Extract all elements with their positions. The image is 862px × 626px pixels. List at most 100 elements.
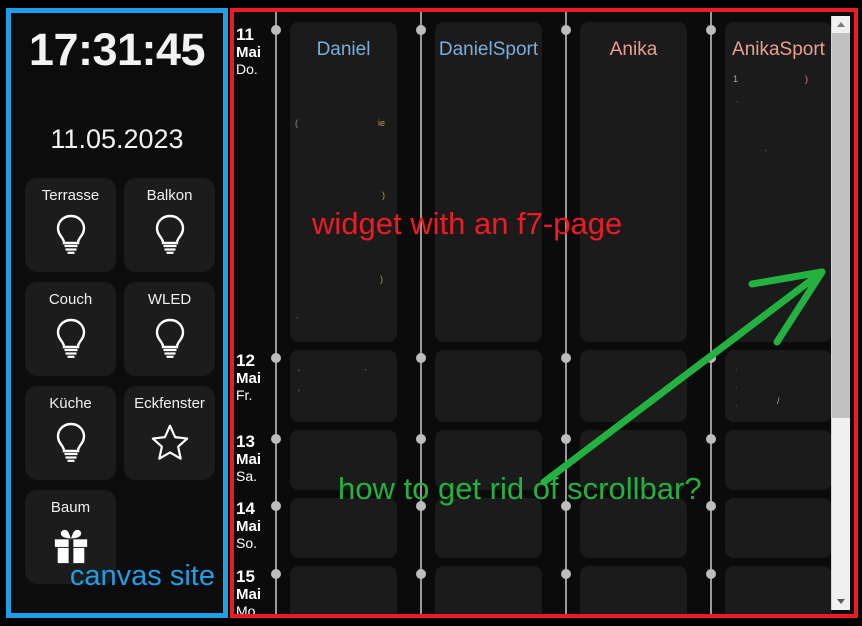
date-day: 15	[236, 567, 255, 586]
device-tile-grid: Terrasse Balkon Couch WLED Küche Eckfens…	[25, 178, 215, 584]
scroll-up-arrow-icon	[837, 22, 845, 27]
event-text: 1	[733, 74, 739, 84]
tile-balkon[interactable]: Balkon	[124, 178, 215, 272]
event-card[interactable]: . . . /	[725, 350, 832, 422]
timeline-dot	[706, 353, 716, 363]
tile-eckfenster[interactable]: Eckfenster	[124, 386, 215, 480]
date-weekday: Fr.	[236, 387, 253, 403]
lightbulb-icon	[155, 318, 184, 358]
date-cell: 14 Mai So.	[236, 500, 270, 550]
calendar-column-daniel: Daniel ( ie ) ) . ' ` '	[290, 12, 397, 614]
timeline-dot	[561, 501, 571, 511]
scroll-down-button[interactable]	[832, 593, 850, 610]
scroll-up-button[interactable]	[832, 16, 850, 33]
canvas-site-panel: 17:31:45 11.05.2023 Terrasse Balkon Couc…	[6, 8, 228, 618]
event-card[interactable]	[580, 430, 687, 490]
tile-label: Baum	[50, 499, 91, 516]
date-month: Mai	[236, 451, 262, 468]
event-card[interactable]	[580, 350, 687, 422]
event-card[interactable]	[725, 498, 832, 558]
event-card[interactable]: AnikaSport 1 ) . '	[725, 22, 832, 342]
vertical-scrollbar[interactable]	[831, 16, 850, 610]
event-text: .	[735, 398, 738, 408]
date-day: 13	[236, 432, 255, 451]
event-text: )	[805, 74, 808, 84]
date-month: Mai	[236, 518, 262, 535]
event-card[interactable]	[725, 430, 832, 490]
timeline-dot	[271, 25, 281, 35]
event-card[interactable]: ' ` '	[290, 350, 397, 422]
calendar-column-anika: Anika	[580, 12, 687, 614]
date-weekday: So.	[236, 535, 258, 551]
date-gutter: 11 Mai Do. 12 Mai Fr. 13 Mai Sa. 14 Mai …	[234, 12, 270, 614]
tile-label: Eckfenster	[134, 395, 205, 412]
tile-label: Couch	[48, 291, 93, 308]
tile-terrasse[interactable]: Terrasse	[25, 178, 116, 272]
scrollbar-thumb[interactable]	[832, 33, 850, 418]
event-text: '	[298, 368, 300, 378]
event-text: .	[296, 310, 299, 320]
event-card[interactable]	[725, 566, 832, 614]
lightbulb-icon	[56, 214, 85, 254]
timeline-dot	[271, 501, 281, 511]
tile-wled[interactable]: WLED	[124, 282, 215, 376]
event-card[interactable]: Daniel ( ie ) ) .	[290, 22, 397, 342]
timeline-dot	[416, 25, 426, 35]
timeline-dot	[706, 25, 716, 35]
column-title: Anika	[609, 39, 658, 60]
event-card[interactable]	[290, 498, 397, 558]
event-card[interactable]	[290, 566, 397, 614]
timeline-dot	[561, 434, 571, 444]
column-title: AnikaSport	[732, 39, 825, 60]
timeline-dot	[271, 353, 281, 363]
date-cell: 12 Mai Fr.	[236, 352, 270, 402]
date-day: 11	[236, 25, 254, 44]
lightbulb-icon	[56, 318, 85, 358]
date-day: 12	[236, 351, 255, 370]
column-title: DanielSport	[438, 39, 539, 60]
tile-label: Balkon	[146, 187, 193, 204]
event-text: .	[736, 94, 739, 104]
event-card[interactable]	[435, 350, 542, 422]
date-weekday: Do.	[236, 61, 258, 77]
tile-couch[interactable]: Couch	[25, 282, 116, 376]
timeline-rail	[271, 12, 281, 614]
timeline-dot	[706, 569, 716, 579]
event-text: ie	[378, 118, 386, 128]
event-card[interactable]: DanielSport	[435, 22, 542, 342]
date-day: 14	[236, 499, 255, 518]
column-title: Daniel	[316, 39, 371, 60]
date-weekday: Sa.	[236, 468, 258, 484]
tile-label: Küche	[49, 395, 92, 412]
timeline-rail	[706, 12, 716, 614]
event-text: (	[295, 118, 298, 128]
clock-date: 11.05.2023	[50, 124, 184, 154]
timeline-dot	[706, 501, 716, 511]
event-card[interactable]	[580, 498, 687, 558]
event-card[interactable]	[435, 498, 542, 558]
timeline-dot	[416, 569, 426, 579]
timeline-dot	[706, 434, 716, 444]
timeline-dot	[271, 434, 281, 444]
event-text	[295, 102, 297, 112]
event-card[interactable]	[435, 566, 542, 614]
event-card[interactable]	[580, 566, 687, 614]
calendar-column-danielsport: DanielSport	[435, 12, 542, 614]
calendar-grid: 11 Mai Do. 12 Mai Fr. 13 Mai Sa. 14 Mai …	[234, 12, 834, 614]
timeline-dot	[561, 569, 571, 579]
tile-kueche[interactable]: Küche	[25, 386, 116, 480]
event-card[interactable]	[435, 430, 542, 490]
timeline-dot	[416, 353, 426, 363]
event-text: )	[382, 190, 385, 200]
event-card[interactable]: Anika	[580, 22, 687, 342]
event-card[interactable]	[290, 430, 397, 490]
lightbulb-icon	[56, 422, 85, 462]
timeline-rail	[561, 12, 571, 614]
date-month: Mai	[236, 586, 262, 603]
canvas-site-caption: canvas site	[69, 560, 215, 592]
date-cell: 13 Mai Sa.	[236, 433, 270, 483]
event-text: `	[364, 368, 367, 378]
timeline-dot	[416, 501, 426, 511]
screenshot-root: 17:31:45 11.05.2023 Terrasse Balkon Couc…	[0, 0, 862, 626]
event-text: '	[765, 148, 767, 158]
